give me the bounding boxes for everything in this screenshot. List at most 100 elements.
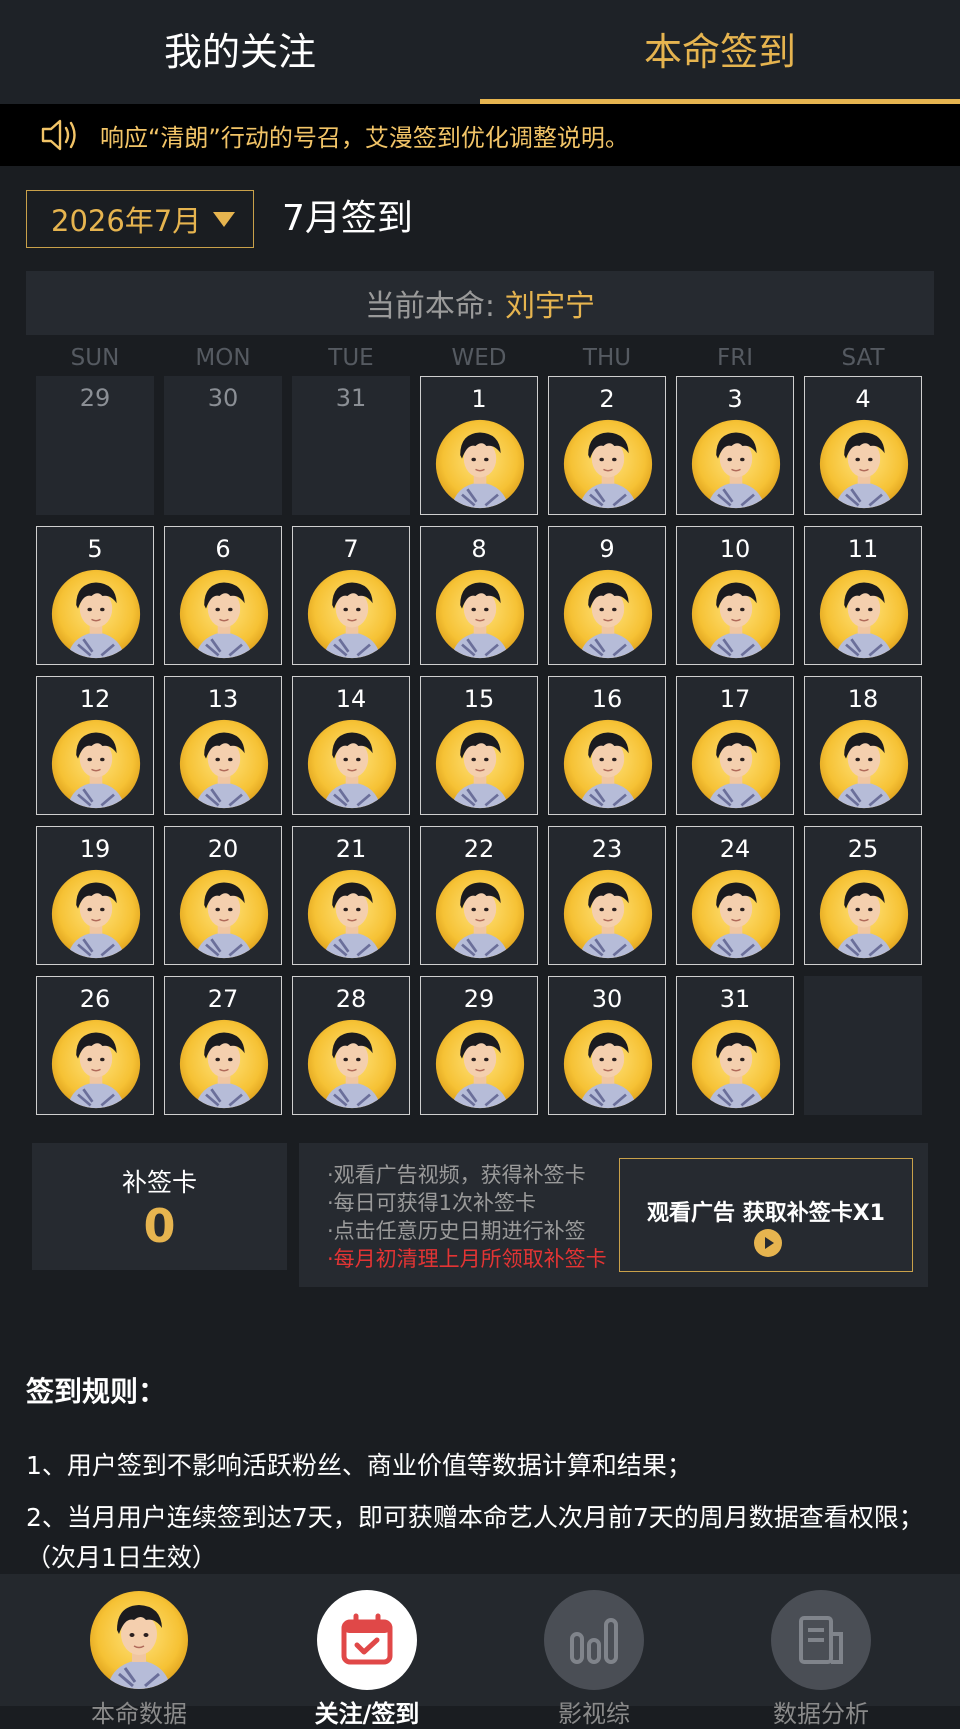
month-dropdown[interactable]: 2026年7月 [26, 190, 254, 248]
nav-data-analysis[interactable] [771, 1590, 871, 1690]
calendar-day[interactable]: 12 [36, 676, 154, 815]
calendar-day-number: 30 [591, 985, 623, 1013]
calendar-day-number: 13 [207, 685, 239, 713]
calendar-day[interactable]: 27 [164, 976, 282, 1115]
weekday-label: MON [195, 345, 251, 371]
calendar-day-outside-month[interactable]: 30 [164, 376, 282, 515]
bar-chart-icon [570, 1618, 618, 1664]
current-idol-bar: 当前本命: 刘宇宁 [26, 271, 934, 335]
makeup-info-line: ·每日可获得1次补签卡 [327, 1191, 537, 1215]
checked-in-avatar-icon [563, 719, 653, 809]
tab-my-follow[interactable]: 我的关注 [0, 0, 480, 96]
calendar-day-number: 8 [471, 535, 487, 563]
avatar-icon [89, 1590, 189, 1690]
checked-in-avatar-icon [51, 569, 141, 659]
rule-item: 2、当月用户连续签到达7天，即可获赠本命艺人次月前7天的周月数据查看权限；（次月… [26, 1503, 924, 1572]
calendar-day-number: 2 [599, 385, 615, 413]
nav-follow-checkin[interactable] [317, 1590, 417, 1690]
tab-idol-checkin[interactable]: 本命签到 [480, 0, 960, 96]
checked-in-avatar-icon [435, 419, 525, 509]
calendar-day-number: 12 [79, 685, 111, 713]
calendar-day[interactable]: 24 [676, 826, 794, 965]
nav-follow-checkin-label: 关注/签到 [314, 1700, 420, 1728]
calendar-day-number: 14 [335, 685, 367, 713]
calendar-day[interactable]: 1 [420, 376, 538, 515]
current-idol-name: 刘宇宁 [505, 289, 596, 324]
month-checkin-title: 7月签到 [282, 198, 413, 239]
checked-in-avatar-icon [307, 569, 397, 659]
calendar-check-icon [341, 1613, 393, 1665]
checked-in-avatar-icon [435, 1019, 525, 1109]
calendar-day-number: 17 [719, 685, 751, 713]
speaker-icon [41, 119, 76, 151]
calendar-day-number: 26 [79, 985, 111, 1013]
makeup-card-title: 补签卡 [121, 1168, 197, 1197]
weekday-label: THU [582, 345, 632, 371]
nav-data-analysis-label: 数据分析 [773, 1700, 869, 1728]
caret-down-icon [213, 212, 235, 227]
nav-idol-data-label: 本命数据 [91, 1700, 187, 1728]
calendar-day[interactable]: 29 [420, 976, 538, 1115]
calendar-day[interactable]: 14 [292, 676, 410, 815]
nav-film-tv[interactable] [544, 1590, 644, 1690]
calendar-day-outside-month[interactable]: 29 [36, 376, 154, 515]
calendar-day[interactable]: 3 [676, 376, 794, 515]
calendar-day-number: 31 [719, 985, 751, 1013]
calendar-day[interactable]: 4 [804, 376, 922, 515]
bottom-navigation: 本命数据 关注/签到 影视综 数据分析 [0, 1574, 960, 1728]
calendar-day-number: 10 [719, 535, 751, 563]
calendar-day[interactable]: 7 [292, 526, 410, 665]
calendar-day-number: 31 [335, 384, 367, 412]
play-icon [754, 1229, 782, 1257]
watch-ad-button-label: 观看广告 获取补签卡X1 [647, 1201, 885, 1226]
calendar-day[interactable]: 16 [548, 676, 666, 815]
calendar-day[interactable]: 22 [420, 826, 538, 965]
checked-in-avatar-icon [51, 869, 141, 959]
checked-in-avatar-icon [691, 419, 781, 509]
calendar-day[interactable]: 19 [36, 826, 154, 965]
calendar-day-number: 29 [463, 985, 495, 1013]
current-idol-label: 当前本命: [364, 289, 496, 324]
calendar-day[interactable]: 30 [548, 976, 666, 1115]
watch-ad-button[interactable]: 观看广告 获取补签卡X1 [619, 1158, 913, 1272]
calendar-day[interactable]: 6 [164, 526, 282, 665]
calendar-day[interactable]: 28 [292, 976, 410, 1115]
calendar-day-number: 27 [207, 985, 239, 1013]
calendar-day[interactable]: 11 [804, 526, 922, 665]
calendar-day-outside-month[interactable]: 31 [292, 376, 410, 515]
checked-in-avatar-icon [563, 869, 653, 959]
calendar-day[interactable]: 15 [420, 676, 538, 815]
calendar-day-number: 5 [87, 535, 103, 563]
makeup-info-line: ·观看广告视频，获得补签卡 [327, 1163, 586, 1187]
calendar-day[interactable]: 9 [548, 526, 666, 665]
calendar-day-number: 1 [471, 385, 487, 413]
rule-item: 1、用户签到不影响活跃粉丝、商业价值等数据计算和结果； [26, 1451, 692, 1480]
calendar-day-number: 18 [847, 685, 879, 713]
calendar-day[interactable]: 13 [164, 676, 282, 815]
checked-in-avatar-icon [691, 719, 781, 809]
calendar-day[interactable]: 8 [420, 526, 538, 665]
calendar-day[interactable]: 25 [804, 826, 922, 965]
calendar-day[interactable]: 21 [292, 826, 410, 965]
checked-in-avatar-icon [435, 869, 525, 959]
calendar-day[interactable]: 17 [676, 676, 794, 815]
calendar-day-number: 24 [719, 835, 751, 863]
calendar-day[interactable]: 31 [676, 976, 794, 1115]
calendar-day-number: 9 [599, 535, 615, 563]
calendar-day[interactable]: 2 [548, 376, 666, 515]
calendar-day[interactable]: 18 [804, 676, 922, 815]
notice-text: 响应“清朗”行动的号召，艾漫签到优化调整说明。 [100, 123, 629, 152]
calendar-day-number: 30 [207, 384, 239, 412]
makeup-card-panel: 补签卡 0 [32, 1143, 287, 1270]
rules-title: 签到规则： [26, 1375, 167, 1408]
notice-bar[interactable]: 响应“清朗”行动的号召，艾漫签到优化调整说明。 [0, 104, 960, 166]
checked-in-avatar-icon [691, 869, 781, 959]
nav-idol-data[interactable] [89, 1590, 189, 1690]
calendar-day[interactable]: 26 [36, 976, 154, 1115]
makeup-warning-line: ·每月初清理上月所领取补签卡 [327, 1247, 607, 1271]
calendar-day[interactable]: 5 [36, 526, 154, 665]
calendar-day[interactable]: 20 [164, 826, 282, 965]
calendar-day[interactable]: 23 [548, 826, 666, 965]
calendar-day[interactable]: 10 [676, 526, 794, 665]
weekday-header: SUN MON TUE WED THU FRI SAT [36, 345, 924, 375]
